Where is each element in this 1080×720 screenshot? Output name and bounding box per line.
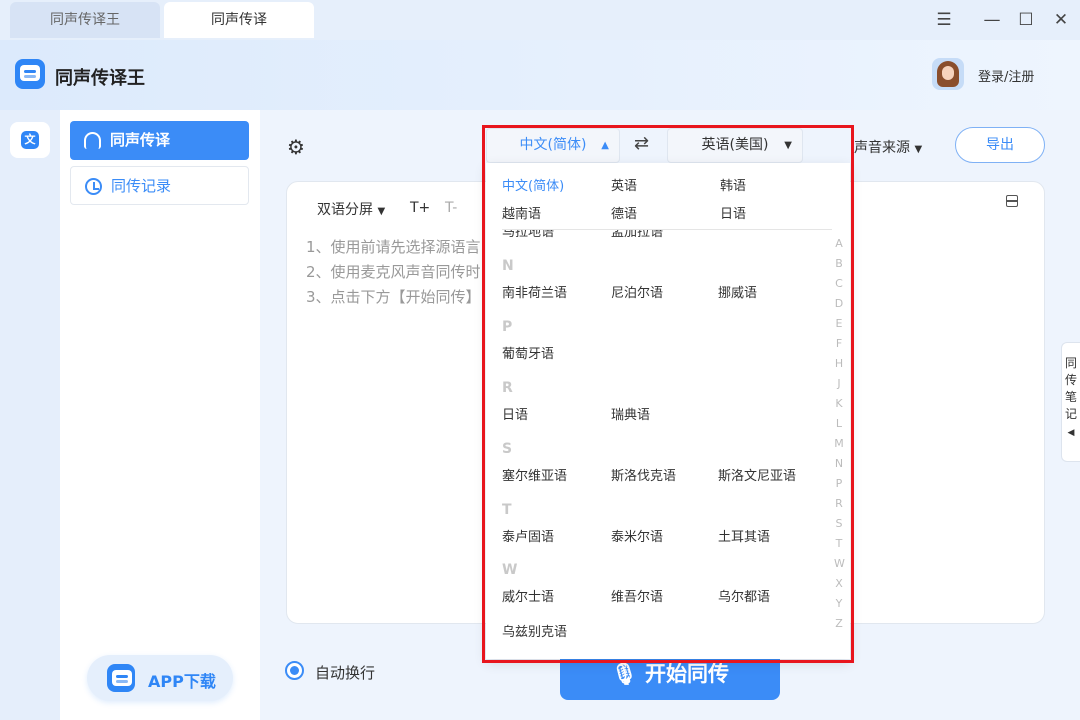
export-button[interactable]: 导出 — [955, 127, 1045, 163]
app-download-button[interactable]: APP下载 — [87, 655, 233, 701]
clock-icon — [85, 178, 102, 195]
sidebar-item-interpretation[interactable]: 同声传译 — [70, 121, 249, 160]
avatar[interactable] — [932, 58, 964, 90]
maximize-icon[interactable]: ☐ — [1014, 8, 1038, 32]
caret-down-icon: ▼ — [914, 144, 923, 155]
index-letter[interactable]: E — [834, 317, 844, 330]
app-logo-icon — [107, 664, 135, 692]
app-download-label: APP下载 — [148, 672, 216, 691]
title-bar: 同声传译王 同声传译 ☰ — ☐ ✕ — [0, 0, 1080, 40]
font-decrease-icon[interactable]: T- — [445, 200, 457, 216]
index-letter[interactable]: R — [834, 497, 844, 510]
annotation-highlight-box — [482, 125, 854, 663]
index-letter[interactable]: M — [834, 437, 844, 450]
audio-source-select[interactable]: 声音来源 ▼ — [854, 137, 922, 157]
split-layout-icon[interactable] — [1006, 195, 1018, 207]
font-increase-icon[interactable]: T+ — [410, 200, 430, 216]
index-letter[interactable]: S — [834, 517, 844, 530]
translate-icon: 文 — [21, 131, 39, 149]
side-note-char: 笔 — [1065, 390, 1078, 404]
index-letter[interactable]: D — [834, 297, 844, 310]
instruction-line: 1、使用前请先选择源语言 — [306, 238, 481, 256]
app-title: 同声传译王 — [55, 68, 145, 89]
instruction-line: 2、使用麦克风声音同传时 — [306, 263, 481, 281]
gear-icon[interactable]: ⚙ — [287, 135, 305, 159]
side-note-char: 记 — [1065, 407, 1078, 421]
rail-translate-button[interactable]: 文 — [10, 122, 50, 158]
index-letter[interactable]: F — [834, 337, 844, 350]
index-letter[interactable]: T — [834, 537, 844, 550]
side-notes-tab[interactable]: 同 传 笔 记 ◀ — [1061, 342, 1080, 462]
index-letter[interactable]: K — [834, 397, 844, 410]
headset-icon — [84, 132, 101, 149]
index-letter[interactable]: Z — [834, 617, 844, 630]
audio-source-label: 声音来源 — [854, 140, 910, 156]
index-letter[interactable]: A — [834, 237, 844, 250]
index-letter[interactable]: J — [834, 377, 844, 390]
app-header: 同声传译王 登录/注册 — [0, 40, 1080, 110]
caret-down-icon: ▼ — [377, 206, 386, 217]
login-register-link[interactable]: 登录/注册 — [978, 66, 1034, 85]
display-mode-label: 双语分屏 — [317, 202, 373, 218]
left-rail: 文 — [0, 110, 60, 720]
display-mode-select[interactable]: 双语分屏 ▼ — [317, 199, 385, 219]
index-letter[interactable]: B — [834, 257, 844, 270]
start-interpretation-label: 开始同传 — [644, 662, 729, 686]
index-letter[interactable]: Y — [834, 597, 844, 610]
index-letter[interactable]: H — [834, 357, 844, 370]
tab-app-home[interactable]: 同声传译王 — [10, 2, 160, 38]
sidebar-item-label: 同声传译 — [110, 131, 171, 149]
sidebar-item-history[interactable]: 同传记录 — [70, 166, 249, 205]
chevron-left-icon: ◀ — [1067, 428, 1075, 438]
index-letter[interactable]: W — [834, 557, 845, 570]
instruction-line: 3、点击下方【开始同传】 — [306, 288, 481, 306]
index-letter[interactable]: X — [834, 577, 844, 590]
sidebar-item-label: 同传记录 — [111, 177, 172, 195]
index-letter[interactable]: C — [834, 277, 844, 290]
sidebar: 同声传译 同传记录 — [60, 110, 260, 720]
close-icon[interactable]: ✕ — [1049, 8, 1073, 32]
app-logo-icon — [15, 59, 45, 89]
auto-wrap-label: 自动换行 — [315, 664, 376, 682]
minimize-icon[interactable]: — — [980, 8, 1004, 32]
side-note-char: 同 — [1065, 356, 1078, 370]
index-letter[interactable]: L — [834, 417, 844, 430]
auto-wrap-radio[interactable] — [285, 661, 304, 680]
tab-simultaneous-interpretation[interactable]: 同声传译 — [164, 2, 314, 38]
side-note-char: 传 — [1065, 373, 1078, 387]
index-letter[interactable]: N — [834, 457, 844, 470]
index-letter[interactable]: P — [834, 477, 844, 490]
menu-icon[interactable]: ☰ — [932, 8, 956, 32]
